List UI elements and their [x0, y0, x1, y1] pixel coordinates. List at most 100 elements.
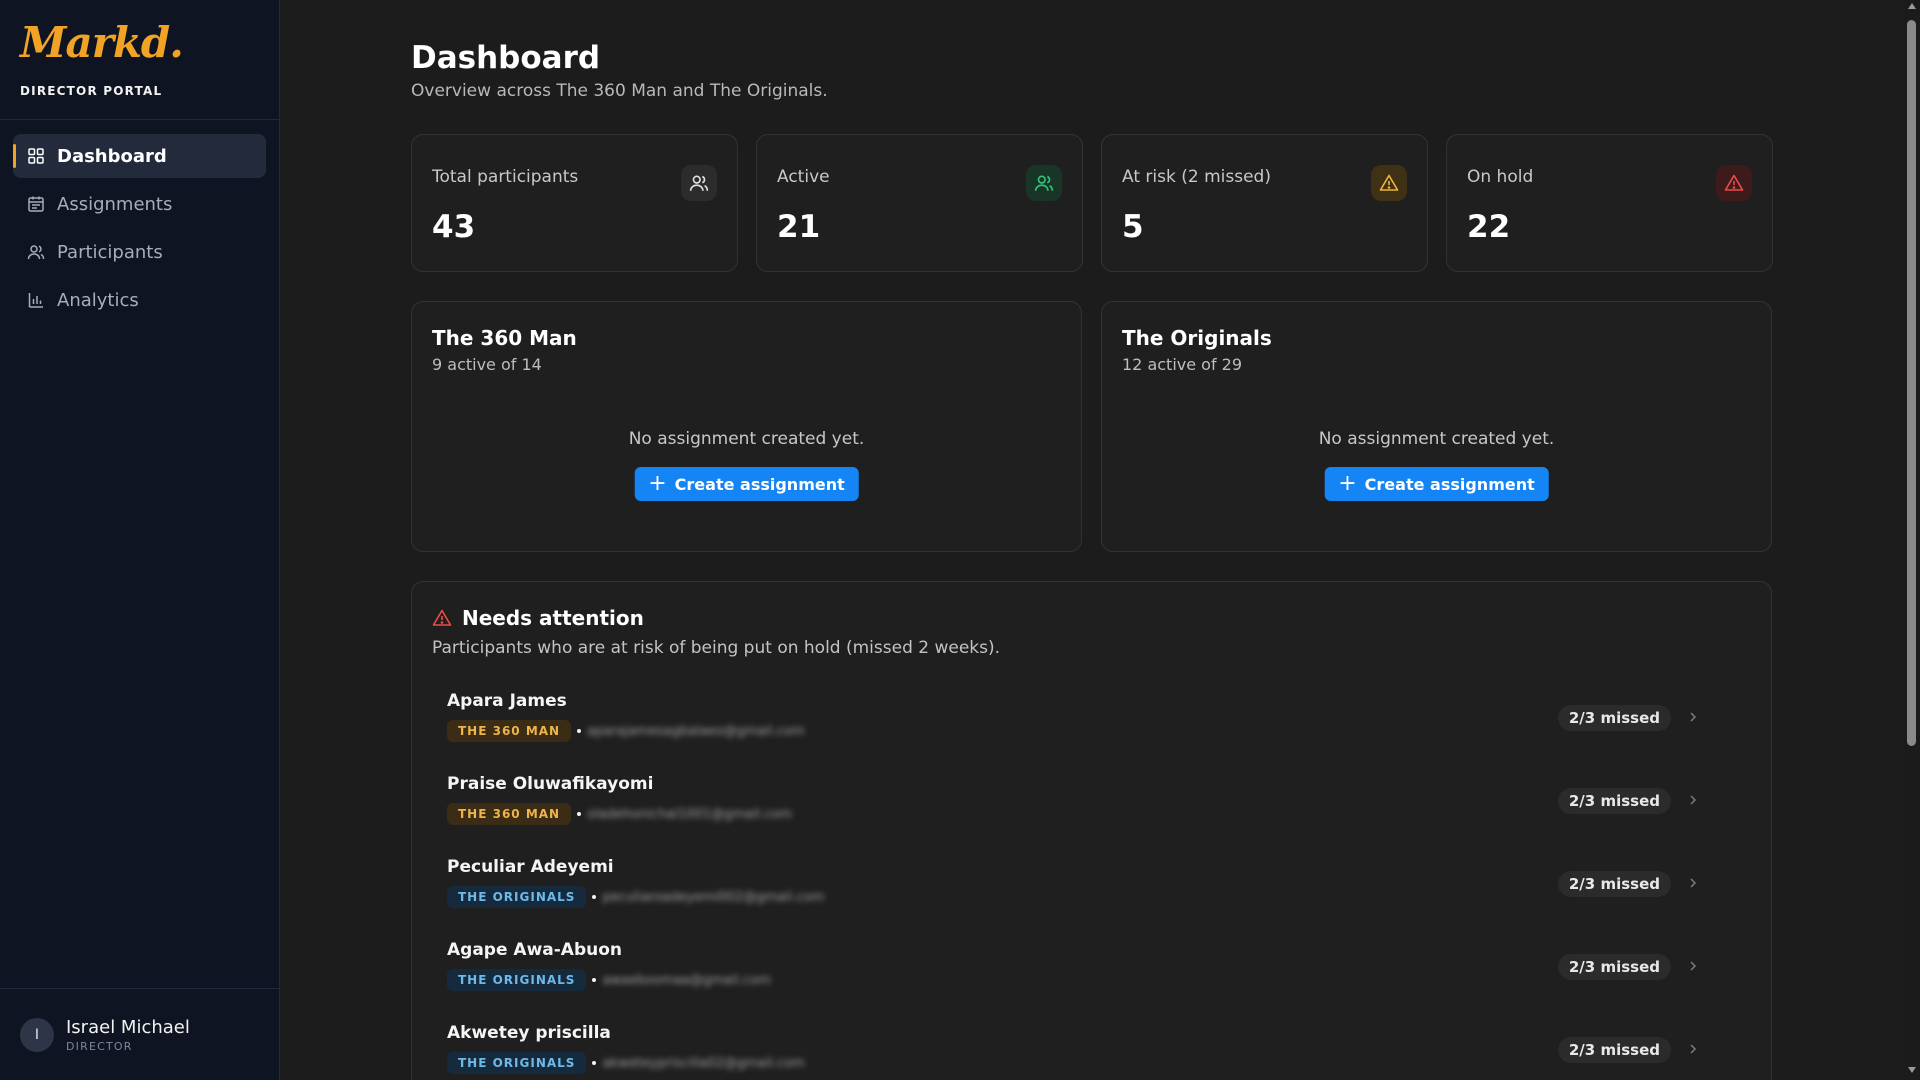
scrollbar-thumb[interactable] — [1907, 20, 1916, 746]
list-item[interactable]: Agape Awa-Abuon THE ORIGINALS awaeboomaa… — [447, 940, 1737, 1006]
group-badge: THE ORIGINALS — [447, 1052, 587, 1074]
separator-dot — [577, 812, 582, 816]
stat-value: 43 — [432, 209, 476, 245]
status-badge: 2/3 missed — [1557, 705, 1671, 731]
stat-label: On hold — [1467, 167, 1534, 187]
stat-label: Total participants — [432, 167, 579, 187]
participant-meta: THE ORIGINALS peculiaroadeyemi002@gmail.… — [447, 886, 824, 908]
section-subtitle: Participants who are at risk of being pu… — [432, 638, 1001, 658]
separator-dot — [592, 895, 597, 899]
participant-meta: THE ORIGINALS awaeboomaa@gmail.com — [447, 969, 771, 991]
stat-label: Active — [777, 167, 830, 187]
plus-icon: + — [1338, 471, 1357, 496]
chevron-right-icon[interactable] — [1686, 1040, 1700, 1058]
group-title: The 360 Man — [432, 326, 577, 350]
separator-dot — [592, 978, 597, 982]
group-badge: THE ORIGINALS — [447, 969, 587, 991]
sidebar-item-participants[interactable]: Participants — [13, 230, 266, 274]
section-title: Needs attention — [462, 606, 644, 630]
sidebar-item-label: Dashboard — [57, 145, 167, 167]
portal-label: DIRECTOR PORTAL — [20, 84, 163, 98]
stat-value: 5 — [1122, 209, 1144, 245]
list-item[interactable]: Apara James THE 360 MAN aparajamesagbala… — [447, 691, 1737, 757]
user-role: DIRECTOR — [66, 1039, 133, 1053]
participant-email: oladehonichal1001@gmail.com — [587, 806, 792, 822]
participant-name: Akwetey priscilla — [447, 1023, 611, 1043]
group-subtitle: 9 active of 14 — [432, 355, 542, 374]
chevron-right-icon[interactable] — [1686, 791, 1700, 809]
warning-icon — [1371, 165, 1407, 201]
user-name: Israel Michael — [66, 1016, 190, 1038]
list-item[interactable]: Praise Oluwafikayomi THE 360 MAN oladeho… — [447, 774, 1737, 840]
users-icon — [27, 243, 45, 261]
group-badge: THE 360 MAN — [447, 803, 572, 825]
chevron-right-icon[interactable] — [1686, 957, 1700, 975]
brand: Markd. DIRECTOR PORTAL — [0, 0, 279, 120]
stat-card-active: Active 21 — [756, 134, 1083, 272]
stat-card-total-participants: Total participants 43 — [411, 134, 738, 272]
participant-email: peculiaroadeyemi002@gmail.com — [602, 889, 825, 905]
scroll-up-arrow-icon[interactable] — [1906, 2, 1917, 14]
participant-email: awaeboomaa@gmail.com — [602, 972, 771, 988]
button-label: Create assignment — [674, 474, 845, 494]
participant-meta: THE 360 MAN aparajamesagbalaeo@gmail.com — [447, 720, 805, 742]
chevron-right-icon[interactable] — [1686, 874, 1700, 892]
participant-meta: THE ORIGINALS akweteypriscilla02@gmail.c… — [447, 1052, 805, 1074]
sidebar-item-label: Assignments — [57, 193, 173, 215]
button-label: Create assignment — [1364, 474, 1535, 494]
sidebar: Markd. DIRECTOR PORTAL Dashboard Assignm… — [0, 0, 280, 1080]
plus-icon: + — [648, 471, 667, 496]
avatar: I — [20, 1017, 54, 1052]
separator-dot — [577, 729, 582, 733]
bar-chart-icon — [27, 291, 45, 309]
participant-name: Peculiar Adeyemi — [447, 857, 614, 877]
sidebar-item-assignments[interactable]: Assignments — [13, 182, 266, 226]
needs-attention-header: Needs attention — [432, 606, 644, 630]
empty-state-text: No assignment created yet. — [628, 429, 865, 449]
status-badge: 2/3 missed — [1557, 1037, 1671, 1063]
participant-meta: THE 360 MAN oladehonichal1001@gmail.com — [447, 803, 792, 825]
chevron-right-icon[interactable] — [1686, 708, 1700, 726]
warning-icon — [432, 608, 452, 628]
stat-card-on-hold: On hold 22 — [1446, 134, 1773, 272]
users-icon — [681, 165, 717, 201]
group-badge: THE 360 MAN — [447, 720, 572, 742]
page-title: Dashboard — [411, 40, 601, 76]
page-subtitle: Overview across The 360 Man and The Orig… — [411, 81, 828, 101]
participant-email: akweteypriscilla02@gmail.com — [602, 1055, 805, 1071]
list-item[interactable]: Akwetey priscilla THE ORIGINALS akweteyp… — [447, 1023, 1737, 1080]
needs-attention-panel: Needs attention Participants who are at … — [411, 581, 1772, 1080]
status-badge: 2/3 missed — [1557, 954, 1671, 980]
sidebar-item-label: Analytics — [57, 289, 139, 311]
participant-name: Agape Awa-Abuon — [447, 940, 623, 960]
status-badge: 2/3 missed — [1557, 788, 1671, 814]
scroll-down-arrow-icon[interactable] — [1906, 1066, 1917, 1078]
group-title: The Originals — [1122, 326, 1272, 350]
scrollbar[interactable] — [1903, 0, 1920, 1080]
group-card-360-man: The 360 Man 9 active of 14 No assignment… — [411, 301, 1082, 552]
sidebar-nav: Dashboard Assignments Participants Analy… — [0, 120, 279, 340]
sidebar-item-label: Participants — [57, 241, 163, 263]
stat-value: 21 — [777, 209, 821, 245]
warning-icon — [1716, 165, 1752, 201]
create-assignment-button[interactable]: + Create assignment — [634, 467, 859, 501]
logo[interactable]: Markd. — [20, 22, 279, 64]
create-assignment-button[interactable]: + Create assignment — [1324, 467, 1549, 501]
stat-label: At risk (2 missed) — [1122, 167, 1271, 187]
participant-email: aparajamesagbalaeo@gmail.com — [587, 723, 805, 739]
sidebar-item-dashboard[interactable]: Dashboard — [13, 134, 266, 178]
group-subtitle: 12 active of 29 — [1122, 355, 1243, 374]
group-badge: THE ORIGINALS — [447, 886, 587, 908]
stat-value: 22 — [1467, 209, 1511, 245]
participant-name: Praise Oluwafikayomi — [447, 774, 654, 794]
calendar-icon — [27, 195, 45, 213]
stat-card-at-risk: At risk (2 missed) 5 — [1101, 134, 1428, 272]
sidebar-item-analytics[interactable]: Analytics — [13, 278, 266, 322]
group-card-originals: The Originals 12 active of 29 No assignm… — [1101, 301, 1772, 552]
grid-icon — [27, 147, 45, 165]
participant-name: Apara James — [447, 691, 567, 711]
user-profile[interactable]: I Israel Michael DIRECTOR — [0, 988, 280, 1080]
status-badge: 2/3 missed — [1557, 871, 1671, 897]
users-icon — [1026, 165, 1062, 201]
list-item[interactable]: Peculiar Adeyemi THE ORIGINALS peculiaro… — [447, 857, 1737, 923]
